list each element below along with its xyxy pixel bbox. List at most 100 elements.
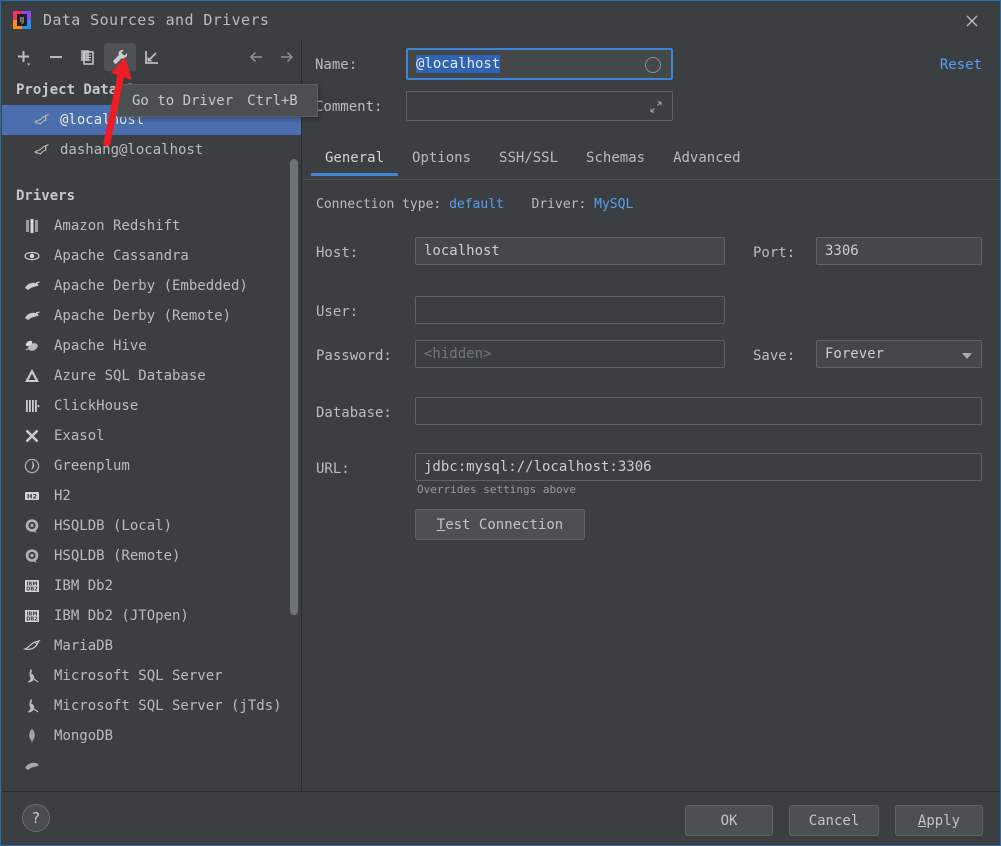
window-title: Data Sources and Drivers [43,11,270,29]
mongodb-leaf-icon [22,726,42,746]
driver-apache-hive[interactable]: Apache Hive [2,331,301,361]
settings-tabs: General Options SSH/SSL Schemas Advanced [303,144,1000,180]
data-sources-dialog: IJ Data Sources and Drivers Project Data… [0,0,1001,846]
remove-button[interactable] [40,43,72,71]
connection-type-label: Connection type: [316,197,442,212]
greenplum-icon [22,456,42,476]
forward-button[interactable] [272,43,301,71]
driver-greenplum[interactable]: Greenplum [2,451,301,481]
database-input[interactable] [415,397,982,425]
host-value: localhost [424,243,500,259]
left-panel: Project Data Sources @localhost dashang@… [2,39,302,791]
driver-value[interactable]: MySQL [594,197,633,212]
driver-label: IBM Db2 [54,578,114,594]
user-input[interactable] [415,296,725,324]
driver-label-static: Driver: [531,197,587,212]
tab-schemas[interactable]: Schemas [572,144,659,176]
driver-apache-cassandra[interactable]: Apache Cassandra [2,241,301,271]
name-input[interactable]: @localhost [406,48,673,80]
driver-mariadb[interactable]: MariaDB [2,631,301,661]
svg-text:DB2: DB2 [26,587,38,593]
driver-microsoft-sql-server[interactable]: Microsoft SQL Server [2,661,301,691]
driver-label: MariaDB [54,638,114,654]
driver-ibm-db2-jtopen[interactable]: IBM DB2 IBM Db2 (JTOpen) [2,601,301,631]
apply-mnemonic: A [917,812,927,829]
svg-text:H2: H2 [27,492,37,500]
add-button[interactable] [8,43,40,71]
save-dropdown[interactable]: Forever [816,340,982,368]
cancel-button[interactable]: Cancel [789,805,879,836]
tooltip-label: Go to Driver [132,92,234,109]
driver-label: HSQLDB (Local) [54,518,173,534]
go-to-driver-button[interactable] [104,43,136,71]
mariadb-seal-icon [22,636,42,656]
driver-hsqldb-local[interactable]: HSQLDB (Local) [2,511,301,541]
driver-mongodb[interactable]: MongoDB [2,721,301,751]
url-value: jdbc:mysql://localhost:3306 [424,459,652,475]
driver-label: ClickHouse [54,398,139,414]
copy-icon[interactable] [72,43,104,71]
host-label: Host: [316,245,359,261]
driver-hsqldb-remote[interactable]: HSQLDB (Remote) [2,541,301,571]
test-connection-mnemonic: T [436,516,446,533]
left-panel-scrollbar[interactable] [290,159,298,615]
comment-input[interactable] [406,91,673,121]
driver-ibm-db2[interactable]: IBM DB2 IBM Db2 [2,571,301,601]
cassandra-eye-icon [22,246,42,266]
driver-label: HSQLDB (Remote) [54,548,181,564]
help-button[interactable]: ? [22,804,50,832]
apply-label: pply [926,812,961,829]
driver-h2[interactable]: H2 H2 [2,481,301,511]
back-button[interactable] [242,43,272,71]
dialog-footer: ? OK Cancel Apply [2,791,1000,845]
host-input[interactable]: localhost [415,237,725,265]
connection-type-value[interactable]: default [449,197,504,212]
hive-bee-icon [22,336,42,356]
expand-icon[interactable] [648,99,664,115]
driver-label: Greenplum [54,458,130,474]
driver-exasol[interactable]: Exasol [2,421,301,451]
reset-link[interactable]: Reset [940,57,982,73]
url-input[interactable]: jdbc:mysql://localhost:3306 [415,453,982,481]
ok-button[interactable]: OK [685,805,773,836]
driver-label: Apache Hive [54,338,147,354]
mssql-icon [22,666,42,686]
port-input[interactable]: 3306 [816,237,982,265]
driver-label: Exasol [54,428,105,444]
save-label: Save: [753,348,796,364]
import-arrow-icon[interactable] [136,43,168,71]
ibm-db2-icon: IBM DB2 [22,606,42,626]
driver-icon [22,756,42,776]
clickhouse-icon [22,396,42,416]
driver-apache-derby-embedded[interactable]: Apache Derby (Embedded) [2,271,301,301]
driver-label: Apache Derby (Remote) [54,308,232,324]
driver-amazon-redshift[interactable]: Amazon Redshift [2,211,301,241]
test-connection-button[interactable]: Test Connection [415,509,585,540]
svg-text:DB2: DB2 [26,617,38,623]
close-icon[interactable] [960,9,984,33]
driver-label: Microsoft SQL Server [54,668,223,684]
database-label: Database: [316,405,392,421]
password-input[interactable]: <hidden> [415,340,725,368]
driver-partial-row[interactable] [2,751,301,781]
general-tab-panel: Connection type: default Driver: MySQL H… [303,187,1000,707]
name-status-circle-icon [645,57,661,73]
azure-icon [22,366,42,386]
driver-label: Amazon Redshift [54,218,181,234]
tab-ssh-ssl[interactable]: SSH/SSL [485,144,572,176]
driver-azure-sql-database[interactable]: Azure SQL Database [2,361,301,391]
data-source-dashang-localhost[interactable]: dashang@localhost [2,135,301,165]
apply-button[interactable]: Apply [895,805,983,836]
mysql-dolphin-icon [32,111,50,129]
data-source-label: dashang@localhost [60,142,204,158]
driver-apache-derby-remote[interactable]: Apache Derby (Remote) [2,301,301,331]
comment-label: Comment: [315,99,383,115]
driver-microsoft-sql-server-jtds[interactable]: Microsoft SQL Server (jTds) [2,691,301,721]
port-value: 3306 [825,243,859,259]
derby-icon [22,276,42,296]
tab-options[interactable]: Options [398,144,485,176]
driver-clickhouse[interactable]: ClickHouse [2,391,301,421]
driver-label: Azure SQL Database [54,368,206,384]
tab-advanced[interactable]: Advanced [659,144,754,176]
tab-general[interactable]: General [311,144,399,176]
